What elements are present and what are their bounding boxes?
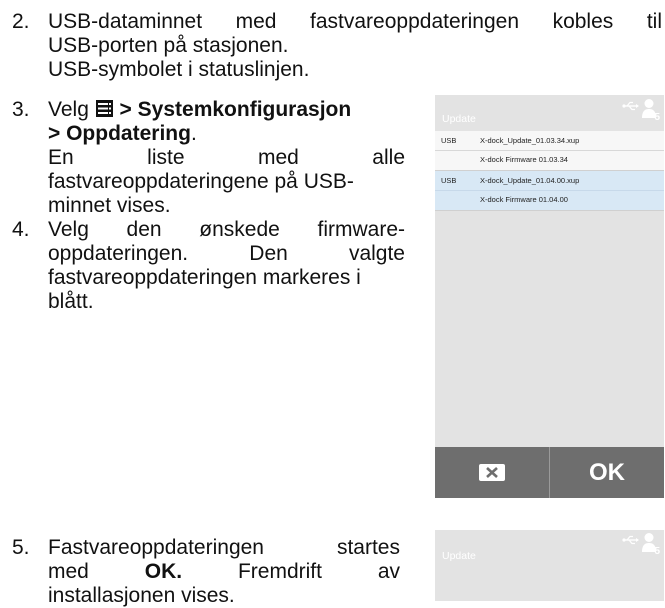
update-file: X-dock_Update_01.04.00.xup bbox=[480, 176, 580, 185]
update-list: USB X-dock_Update_01.03.34.xup X-dock Fi… bbox=[435, 131, 664, 211]
row-divider bbox=[435, 190, 664, 191]
user-icon: 5 bbox=[642, 99, 661, 122]
screen-title: Update bbox=[442, 550, 476, 562]
step-4-line-1: Velg den ønskede firmware- bbox=[48, 218, 405, 241]
row-divider bbox=[435, 150, 664, 151]
step-3-line-c: minnet vises. bbox=[48, 194, 171, 217]
step-5-line-3: installasjonen vises. bbox=[48, 584, 235, 607]
ok-button[interactable]: OK bbox=[550, 447, 664, 498]
update-item[interactable]: USB X-dock_Update_01.03.34.xup X-dock Fi… bbox=[435, 131, 664, 171]
step-number: 3. bbox=[12, 98, 30, 121]
step-2-line-2: USB-porten på stasjonen. bbox=[48, 34, 289, 57]
step-5-line-2: med OK. Fremdrift av bbox=[48, 560, 400, 583]
svg-text:5: 5 bbox=[655, 112, 661, 122]
step-3-menu-path-2: > Oppdatering. bbox=[48, 122, 197, 145]
update-source: USB bbox=[441, 176, 457, 185]
update-file: X-dock_Update_01.03.34.xup bbox=[480, 136, 580, 145]
user-icon: 5 bbox=[642, 533, 661, 556]
update-firmware: X-dock Firmware 01.03.34 bbox=[480, 155, 568, 164]
step-5-line-1: Fastvareoppdateringen startes bbox=[48, 536, 400, 559]
usb-icon bbox=[622, 535, 639, 545]
step-2-line-3: USB-symbolet i statuslinjen. bbox=[48, 58, 310, 81]
cancel-button[interactable] bbox=[435, 447, 549, 498]
step-number: 5. bbox=[12, 536, 30, 559]
svg-text:5: 5 bbox=[655, 546, 661, 556]
step-number: 4. bbox=[12, 218, 30, 241]
step-4-line-2: oppdateringen. Den valgte bbox=[48, 242, 405, 265]
step-4-line-4: blått. bbox=[48, 290, 94, 313]
device-screen-update: Update 5 USB X-dock_Update_01.03.34.xup … bbox=[435, 95, 664, 498]
step-3-menu-path: Velg > Systemkonfigurasjon bbox=[48, 98, 352, 121]
update-item-selected[interactable]: USB X-dock_Update_01.04.00.xup X-dock Fi… bbox=[435, 171, 664, 211]
screen-button-bar: OK bbox=[435, 447, 664, 498]
cancel-x-icon bbox=[479, 464, 505, 481]
step-number: 2. bbox=[12, 10, 30, 33]
update-source: USB bbox=[441, 136, 457, 145]
update-firmware: X-dock Firmware 01.04.00 bbox=[480, 195, 568, 204]
device-screen-update-progress: Update 5 bbox=[435, 530, 664, 601]
step-3-line-a: En liste med alle bbox=[48, 146, 405, 169]
screen-title: Update bbox=[442, 113, 476, 125]
step-3-line-b: fastvareoppdateringene på USB- bbox=[48, 170, 354, 193]
usb-icon bbox=[622, 101, 639, 111]
menu-icon bbox=[95, 100, 113, 117]
step-4-line-3: fastvareoppdateringen markeres i bbox=[48, 266, 361, 289]
step-2-line-1: USB-dataminnet med fastvareoppdateringen… bbox=[48, 10, 662, 33]
